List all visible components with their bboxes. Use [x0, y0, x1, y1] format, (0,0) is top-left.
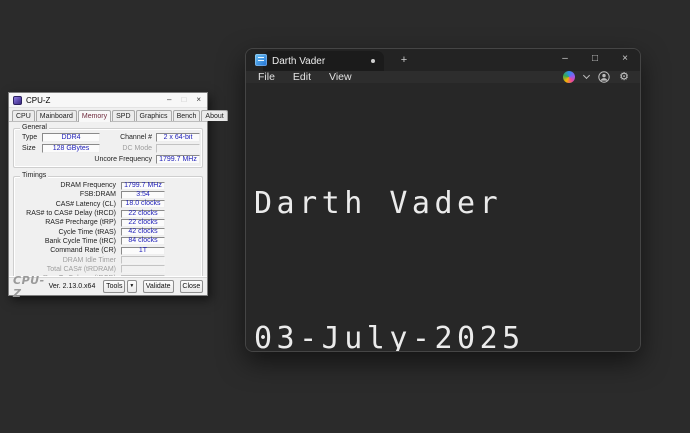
timing-value: 1T: [121, 247, 165, 255]
timing-label: DRAM Frequency: [16, 182, 116, 189]
timing-row: Cycle Time (tRAS) 42 clocks: [16, 227, 200, 236]
timing-label: Command Rate (CR): [16, 247, 116, 254]
timing-label: Bank Cycle Time (tRC): [16, 238, 116, 245]
timing-value: 3:54: [121, 191, 165, 199]
timing-value: 22 clocks: [121, 219, 165, 227]
unsaved-indicator-dot: [371, 59, 375, 63]
minimize-icon[interactable]: –: [550, 49, 580, 71]
timing-row: FSB:DRAM 3:54: [16, 190, 200, 199]
channel-label: Channel #: [92, 134, 152, 141]
timing-row: RAS# Precharge (tRP) 22 clocks: [16, 218, 200, 227]
menu-view[interactable]: View: [320, 71, 361, 83]
close-icon[interactable]: ×: [610, 49, 640, 71]
timing-value: 22 clocks: [121, 210, 165, 218]
timing-value: [121, 256, 165, 264]
account-icon[interactable]: [598, 71, 610, 83]
timing-label: RAS# to CAS# Delay (tRCD): [16, 210, 116, 217]
minimize-icon[interactable]: –: [167, 96, 171, 104]
settings-gear-icon[interactable]: ⚙: [619, 71, 629, 83]
type-label: Type: [22, 134, 37, 141]
tab-bench[interactable]: Bench: [173, 110, 201, 121]
timing-value: [121, 265, 165, 273]
cpuz-memory-panel: General Type DDR4 Channel # 2 x 64-bit S…: [9, 122, 207, 285]
maximize-icon[interactable]: □: [580, 49, 610, 71]
channel-value: 2 x 64-bit: [156, 133, 200, 142]
notepad-menubar: File Edit View ⚙: [246, 71, 640, 83]
tab-graphics[interactable]: Graphics: [136, 110, 172, 121]
notepad-app-icon: [255, 54, 267, 66]
validate-button[interactable]: Validate: [143, 280, 174, 293]
maximize-icon: □: [181, 96, 186, 104]
tools-button[interactable]: Tools: [103, 280, 125, 293]
timings-group-label: Timings: [20, 172, 48, 179]
cpuz-window-controls: – □ ×: [167, 96, 203, 104]
close-button[interactable]: Close: [180, 280, 203, 293]
size-label: Size: [22, 145, 36, 152]
timing-label: Cycle Time (tRAS): [16, 229, 116, 236]
timing-row: Bank Cycle Time (tRC) 84 clocks: [16, 237, 200, 246]
timing-value: 1799.7 MHz: [121, 182, 165, 190]
timing-label: FSB:DRAM: [16, 191, 116, 198]
cpuz-window: CPU-Z – □ × CPU Mainboard Memory SPD Gra…: [8, 92, 208, 296]
new-tab-button[interactable]: +: [396, 53, 412, 69]
cpuz-window-title: CPU-Z: [26, 96, 167, 105]
timing-row: DRAM Idle Timer: [16, 255, 200, 264]
timing-label: DRAM Idle Timer: [16, 257, 116, 264]
uncore-frequency-value: 1799.7 MHz: [156, 155, 200, 164]
cpuz-titlebar[interactable]: CPU-Z – □ ×: [9, 93, 207, 108]
tab-spd[interactable]: SPD: [112, 110, 134, 121]
notepad-document-tab[interactable]: Darth Vader: [263, 51, 384, 71]
general-groupbox: General Type DDR4 Channel # 2 x 64-bit S…: [13, 128, 203, 168]
text-editor-area[interactable]: Darth Vader 03-July-2025: [246, 83, 640, 352]
cpuz-app-icon: [13, 96, 22, 105]
timings-groupbox: Timings DRAM Frequency 1799.7 MHz FSB:DR…: [13, 176, 203, 285]
cpuz-footer: CPU-Z Ver. 2.13.0.x64 Tools ▼ Validate C…: [9, 277, 207, 295]
cpuz-logo: CPU-Z: [13, 274, 45, 300]
timing-row: DRAM Frequency 1799.7 MHz: [16, 181, 200, 190]
timing-row: RAS# to CAS# Delay (tRCD) 22 clocks: [16, 209, 200, 218]
timing-value: 84 clocks: [121, 237, 165, 245]
close-icon[interactable]: ×: [196, 96, 201, 104]
tab-cpu[interactable]: CPU: [12, 110, 35, 121]
tab-title: Darth Vader: [272, 56, 371, 67]
menubar-actions: ⚙: [563, 71, 640, 83]
chevron-down-icon[interactable]: [583, 72, 590, 79]
editor-line: 03-July-2025: [254, 316, 640, 352]
tab-mainboard[interactable]: Mainboard: [36, 110, 77, 121]
cpuz-version: Ver. 2.13.0.x64: [49, 283, 96, 290]
timing-value: 42 clocks: [121, 228, 165, 236]
uncore-frequency-label: Uncore Frequency: [72, 156, 152, 163]
dc-mode-value: [156, 144, 200, 153]
notepad-window-controls: – □ ×: [550, 49, 640, 71]
timing-row: CAS# Latency (CL) 18.0 clocks: [16, 200, 200, 209]
cpuz-tab-bar: CPU Mainboard Memory SPD Graphics Bench …: [9, 108, 207, 122]
editor-line: Darth Vader: [254, 181, 640, 226]
dc-mode-label: DC Mode: [92, 145, 152, 152]
general-group-label: General: [20, 124, 49, 131]
notepad-window: Darth Vader + – □ × File Edit View: [245, 48, 641, 352]
menu-edit[interactable]: Edit: [284, 71, 320, 83]
tab-about[interactable]: About: [201, 110, 227, 121]
timing-label: RAS# Precharge (tRP): [16, 219, 116, 226]
timing-label: Total CAS# (tRDRAM): [16, 266, 116, 273]
notepad-titlebar[interactable]: Darth Vader + – □ ×: [246, 49, 640, 71]
timings-rows: DRAM Frequency 1799.7 MHz FSB:DRAM 3:54 …: [16, 181, 200, 283]
desktop: CPU-Z – □ × CPU Mainboard Memory SPD Gra…: [0, 0, 690, 433]
tab-memory[interactable]: Memory: [78, 110, 111, 122]
menu-file[interactable]: File: [249, 71, 284, 83]
tools-dropdown-arrow-icon[interactable]: ▼: [127, 280, 136, 293]
timing-value: 18.0 clocks: [121, 200, 165, 208]
copilot-icon[interactable]: [563, 71, 575, 83]
timing-label: CAS# Latency (CL): [16, 201, 116, 208]
timing-row: Command Rate (CR) 1T: [16, 246, 200, 255]
